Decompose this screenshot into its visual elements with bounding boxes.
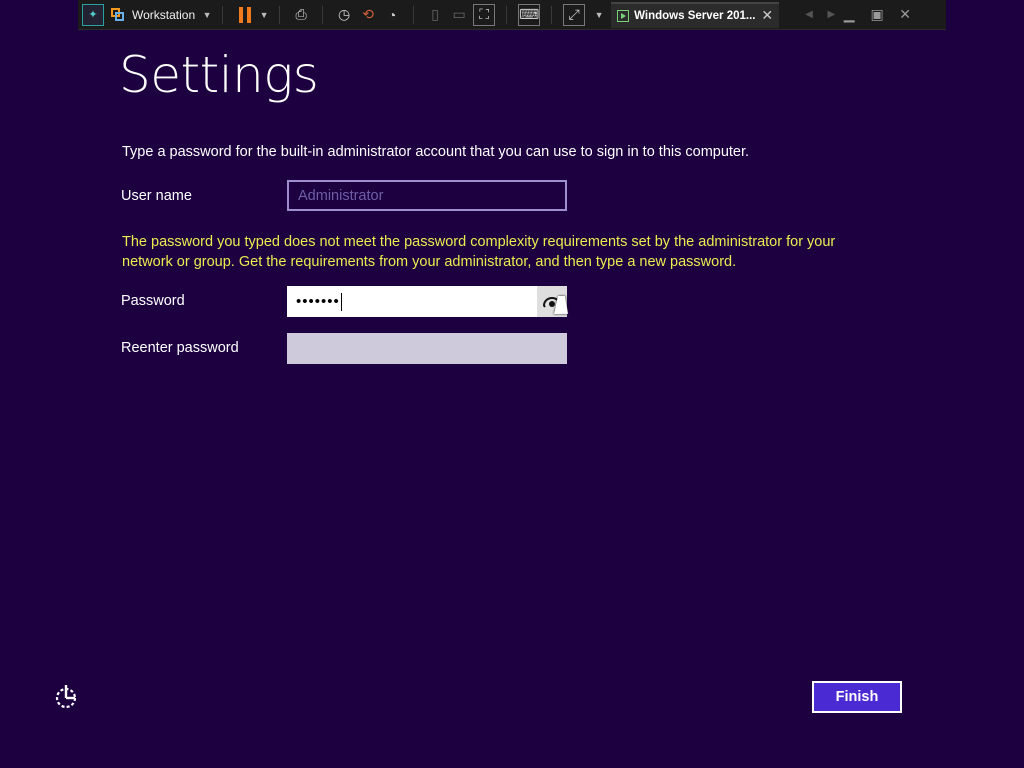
toolbar-divider: [506, 5, 508, 24]
snapshot-manager-icon[interactable]: ◔: [380, 4, 404, 26]
vmware-logo-icon: [108, 4, 126, 26]
password-label: Password: [121, 293, 185, 309]
product-menu-label[interactable]: Workstation: [132, 8, 195, 22]
full-screen-icon[interactable]: ⛶: [473, 3, 496, 26]
ease-of-access-icon[interactable]: [53, 684, 79, 710]
password-field[interactable]: •••••••: [287, 286, 567, 317]
restore-icon[interactable]: ▣: [863, 4, 891, 26]
reenter-password-label: Reenter password: [121, 340, 239, 356]
console-icon[interactable]: ⌨: [518, 3, 541, 26]
mouse-cursor-icon: [554, 296, 572, 314]
password-complexity-warning: The password you typed does not meet the…: [122, 234, 836, 270]
stretch-menu-chevron-down-icon[interactable]: ▼: [593, 4, 605, 26]
thumbnail-icon[interactable]: ▭: [447, 4, 471, 26]
power-menu-chevron-down-icon[interactable]: ▼: [258, 4, 270, 26]
toolbar-divider: [322, 5, 324, 24]
toolbar-divider: [222, 5, 224, 24]
toolbar-divider: [279, 5, 281, 24]
password-value: •••••••: [296, 293, 340, 310]
chevron-left-icon[interactable]: ◀: [805, 9, 813, 20]
screen: ✦ Workstation ▼ ▼ ⎙ ◷ ⟲ ◔ ▯ ▭ ⛶ ⌨ ⤢ ▼ Wi…: [0, 0, 1024, 768]
revert-snapshot-icon[interactable]: ⟲: [356, 4, 380, 26]
close-tab-icon[interactable]: ✕: [761, 7, 773, 24]
vm-tab[interactable]: Windows Server 201... ✕: [611, 1, 780, 28]
toolbar-divider: [413, 5, 415, 24]
product-menu-chevron-down-icon[interactable]: ▼: [201, 4, 213, 26]
pause-icon: [238, 6, 252, 23]
username-field: Administrator: [287, 180, 567, 211]
close-window-icon[interactable]: ✕: [891, 4, 919, 26]
minimize-icon[interactable]: ▁: [835, 4, 863, 26]
toolbar-divider: [551, 5, 553, 24]
send-ctrl-alt-del-icon[interactable]: ⎙: [289, 4, 313, 26]
vm-toolbar: ✦ Workstation ▼ ▼ ⎙ ◷ ⟲ ◔ ▯ ▭ ⛶ ⌨ ⤢ ▼ Wi…: [78, 0, 946, 30]
stretch-icon[interactable]: ⤢: [563, 3, 586, 26]
library-icon[interactable]: ▯: [423, 4, 447, 26]
chevron-right-icon[interactable]: ▶: [827, 9, 835, 20]
username-value: Administrator: [298, 187, 384, 204]
username-label: User name: [121, 188, 192, 204]
pin-icon[interactable]: ✦: [82, 3, 104, 26]
finish-button[interactable]: Finish: [812, 681, 902, 713]
vm-tab-label: Windows Server 201...: [634, 9, 756, 22]
reenter-password-field[interactable]: [287, 333, 567, 364]
page-description: Type a password for the built-in adminis…: [122, 144, 750, 160]
pause-button[interactable]: [232, 4, 252, 26]
tab-scroll-arrows[interactable]: ◀ ▶: [805, 9, 835, 20]
vm-running-icon: [617, 9, 630, 22]
text-caret: [340, 292, 342, 311]
page-title: Settings: [119, 46, 319, 104]
snapshot-icon[interactable]: ◷: [332, 4, 356, 26]
